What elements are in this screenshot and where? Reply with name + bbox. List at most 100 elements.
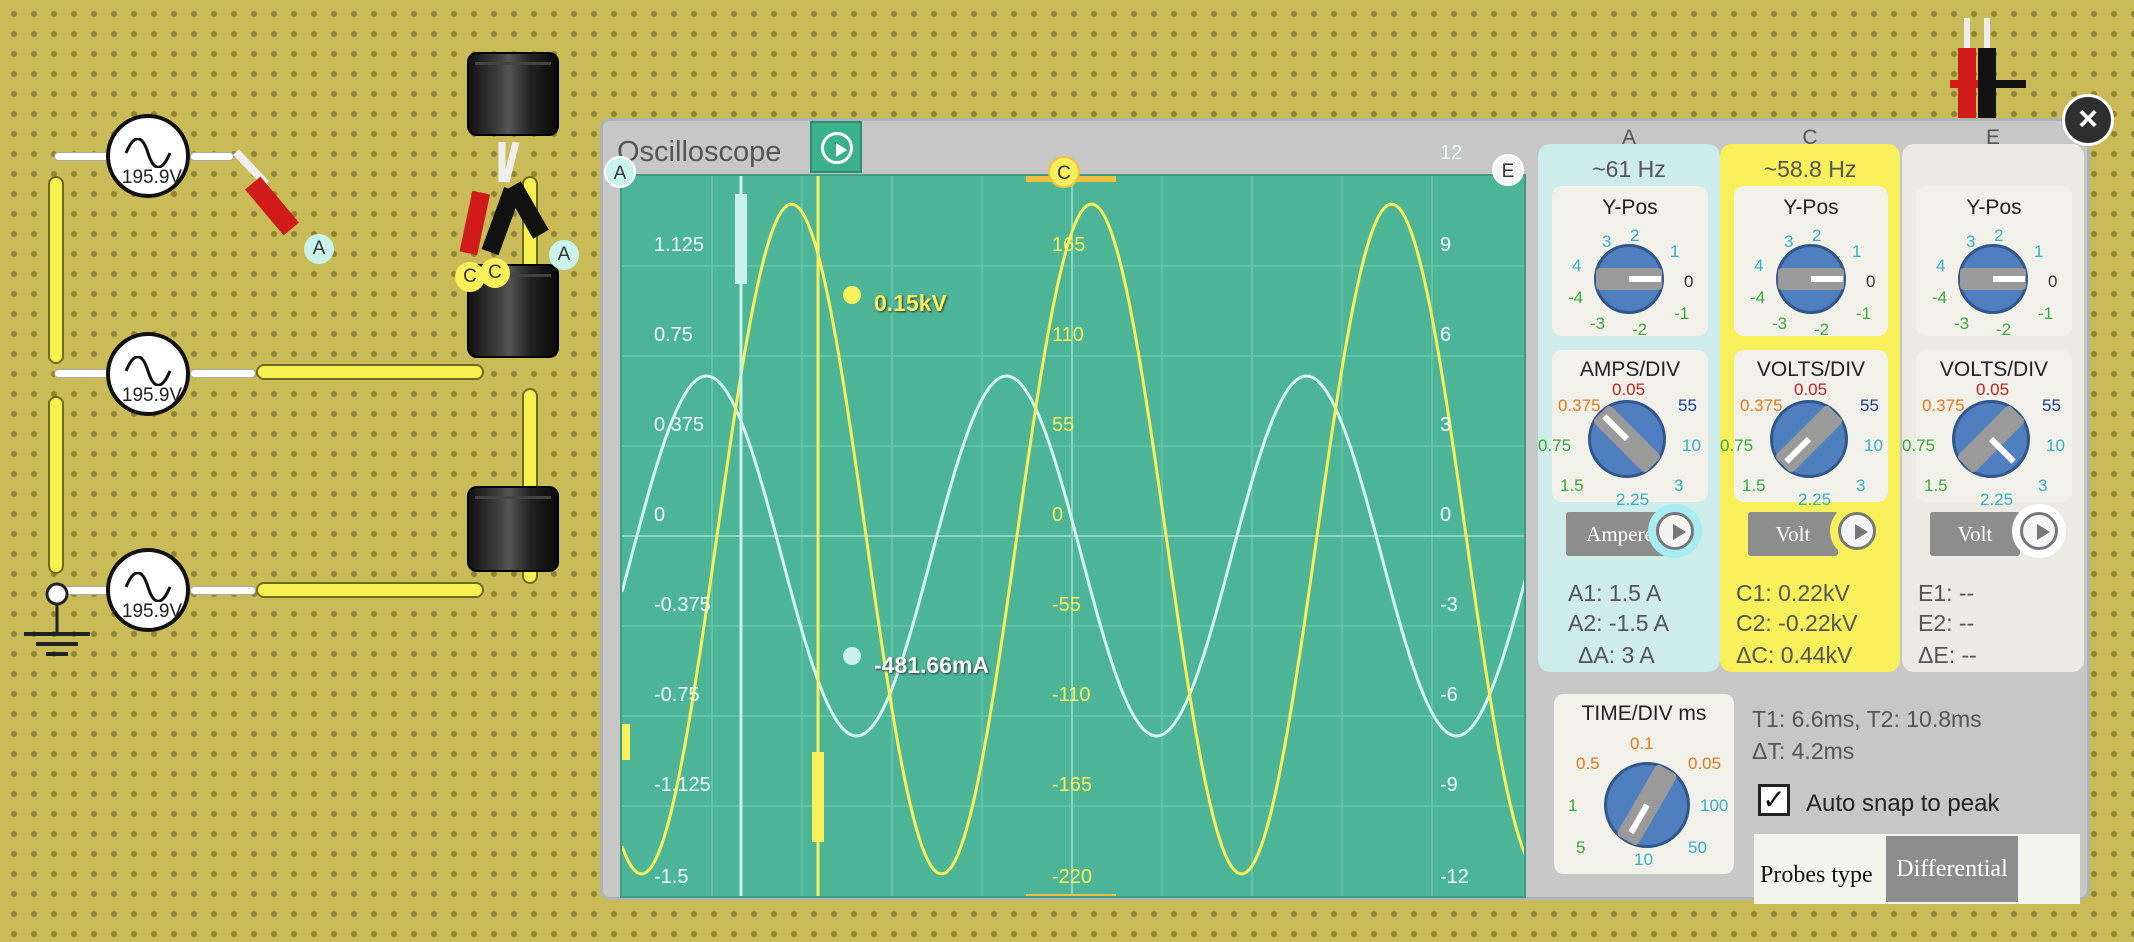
knob-scale-label: 0.375 — [1740, 396, 1783, 415]
knob-scale-label: 100 — [1700, 796, 1729, 815]
ypos-knob[interactable] — [1776, 244, 1846, 314]
channel-a-frequency: ~61 Hz — [1592, 156, 1666, 182]
channel-a-label: A — [1621, 126, 1636, 149]
axis-a-tick: -0.75 — [654, 684, 700, 706]
knob-scale-label: 1 — [1670, 242, 1680, 261]
knob-scale-label: 2.25 — [1980, 490, 2014, 509]
knob-scale-label: 55 — [1860, 396, 1879, 415]
knob-scale-label: 3 — [1856, 476, 1866, 495]
channel-e-marker[interactable]: E — [1492, 154, 1524, 186]
knob-scale-label: 10 — [1864, 436, 1883, 455]
time-div-knob[interactable] — [1604, 762, 1690, 848]
channel-c-label: C — [1802, 126, 1818, 149]
cursor-readout-a: -481.66mA — [874, 652, 990, 678]
amps-div-control: AMPS/DIV 0.05 0.375 55 0.75 10 1.5 3 2.2… — [1538, 350, 1708, 509]
knob-scale-label: 1 — [1852, 242, 1862, 261]
source-voltage-label: 195.9V — [121, 601, 183, 622]
probes-type-button[interactable]: Differential — [1886, 836, 2018, 902]
probe-marker-a[interactable]: A — [304, 234, 334, 264]
knob-scale-label: 2 — [1994, 226, 2004, 245]
axis-c-tick: -110 — [1052, 684, 1091, 706]
probe-marker-a[interactable]: A — [549, 240, 579, 270]
knob-scale-label: 2 — [1812, 226, 1822, 245]
axis-e-tick: -9 — [1440, 774, 1458, 796]
trigger-handle[interactable] — [1026, 894, 1116, 898]
axis-e-tick: 6 — [1440, 324, 1452, 346]
volt-button[interactable]: Volt — [1930, 512, 2020, 556]
ypos-knob[interactable] — [1958, 244, 2028, 314]
auto-snap-label: Auto snap to peak — [1806, 790, 2000, 817]
capacitor[interactable] — [467, 52, 559, 136]
time-div-title: TIME/DIV ms — [1581, 702, 1707, 725]
ac-source[interactable]: 195.9V — [106, 332, 190, 416]
ypos-knob[interactable] — [1594, 244, 1664, 314]
cursor-handle[interactable] — [622, 724, 630, 760]
lead — [190, 586, 256, 595]
knob-scale-label: 1.5 — [1742, 476, 1766, 495]
probe-c-clips[interactable] — [446, 142, 566, 282]
knob-scale-label: 0.75 — [1720, 436, 1754, 455]
source-voltage-label: 195.9V — [121, 167, 183, 188]
auto-snap-checkbox[interactable]: ✓ — [1758, 784, 1790, 816]
knob-scale-label: 0.1 — [1630, 734, 1654, 753]
cursor-handle[interactable] — [735, 194, 747, 284]
channel-c-marker[interactable]: C — [1048, 156, 1080, 188]
channel-e-trigger-button[interactable] — [2012, 504, 2066, 558]
ypos-title: Y-Pos — [1783, 196, 1839, 219]
knob-scale-label: 55 — [2042, 396, 2061, 415]
ac-source[interactable]: 195.9V — [106, 114, 190, 198]
knob-scale-label: 3 — [1602, 232, 1612, 251]
wire[interactable] — [48, 396, 64, 574]
channel-c-trigger-button[interactable] — [1830, 504, 1884, 558]
knob-scale-label: 4 — [1754, 256, 1764, 275]
knob-scale-label: 2.25 — [1616, 490, 1650, 509]
probe-a-clip[interactable] — [232, 148, 322, 248]
knob-scale-label: 0.75 — [1902, 436, 1936, 455]
knob-scale-label: 3 — [1784, 232, 1794, 251]
cursor-point-c[interactable] — [843, 286, 861, 304]
knob-scale-label: 55 — [1678, 396, 1697, 415]
probe-marker-c[interactable]: C — [480, 258, 510, 288]
delta-a-readout: ΔA: 3 A — [1578, 642, 1655, 668]
knob-scale-label: -3 — [1590, 314, 1606, 333]
time-div-control: TIME/DIV ms 0.1 0.5 0.05 1 100 5 50 10 — [1554, 694, 1734, 874]
axis-c-tick: 55 — [1052, 414, 1075, 436]
play-icon — [821, 132, 853, 164]
channel-a-marker[interactable]: A — [604, 156, 636, 188]
axis-c-tick: 0 — [1052, 504, 1064, 526]
channel-a-trigger-button[interactable] — [1648, 504, 1702, 558]
knob-scale-label: 10 — [1682, 436, 1701, 455]
knob-scale-label: 0.05 — [1612, 380, 1646, 399]
knob-scale-label: -1 — [1856, 304, 1872, 323]
knob-scale-label: 0.05 — [1794, 380, 1828, 399]
knob-scale-label: 3 — [2038, 476, 2048, 495]
channel-e-label: E — [1985, 126, 2000, 149]
wire[interactable] — [256, 582, 484, 598]
wire[interactable] — [48, 176, 64, 364]
ground-icon[interactable] — [20, 580, 100, 660]
knob-scale-label: -4 — [1932, 288, 1948, 307]
ypos-control: Y-Pos 2 3 1 4 0 -4 -1 -3 -2 — [1916, 186, 2072, 339]
knob-scale-label: 2 — [1630, 226, 1640, 245]
axis-e-tick: -3 — [1440, 594, 1458, 616]
knob-scale-label: 1.5 — [1924, 476, 1948, 495]
knob-scale-label: 1.5 — [1560, 476, 1584, 495]
play-button[interactable] — [810, 121, 862, 173]
knob-scale-label: -3 — [1954, 314, 1970, 333]
volts-div-control: VOLTS/DIV 0.05 0.375 55 0.75 10 1.5 3 2.… — [1902, 350, 2072, 509]
amps-div-title: AMPS/DIV — [1579, 358, 1681, 381]
c2-readout: C2: -0.22kV — [1736, 610, 1858, 636]
volt-button[interactable]: Volt — [1748, 512, 1838, 556]
wire[interactable] — [256, 364, 484, 380]
oscilloscope-screen[interactable]: 1.125 0.75 0.375 0 -0.375 -0.75 -1.125 -… — [620, 174, 1526, 898]
ac-source[interactable]: 195.9V — [106, 548, 190, 632]
cursor-handle[interactable] — [812, 752, 824, 842]
axis-c-tick: -165 — [1052, 774, 1093, 796]
time-cursor-readout: T1: 6.6ms, T2: 10.8ms — [1752, 706, 1982, 732]
capacitor[interactable] — [467, 486, 559, 572]
axis-a-tick: -1.125 — [654, 774, 711, 796]
ypos-title: Y-Pos — [1966, 196, 2022, 219]
axis-a-tick: 0.75 — [654, 324, 693, 346]
knob-scale-label: -2 — [1996, 320, 2012, 339]
cursor-point-a[interactable] — [843, 647, 861, 665]
